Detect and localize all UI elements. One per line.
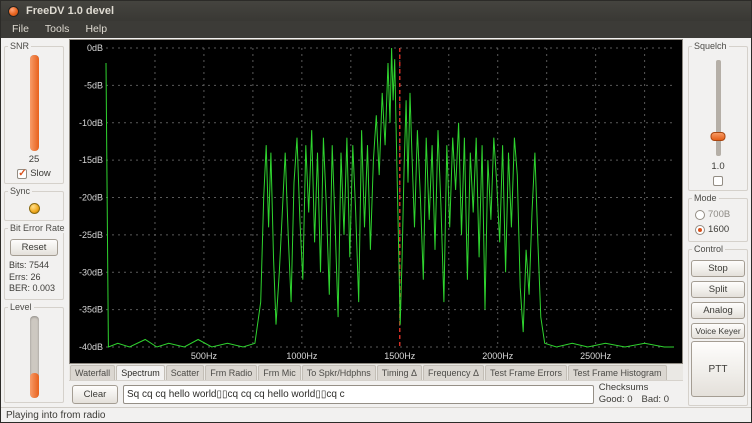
snr-label: SNR: [8, 41, 31, 51]
control-group: Control Stop Split Analog Voice Keyer PT…: [688, 249, 748, 406]
tab-scatter[interactable]: Scatter: [166, 365, 205, 380]
svg-text:2500Hz: 2500Hz: [580, 351, 612, 361]
squelch-group: Squelch 1.0: [688, 46, 748, 191]
svg-text:1000Hz: 1000Hz: [286, 351, 318, 361]
tab-waterfall[interactable]: Waterfall: [70, 365, 115, 380]
mode-option-1600[interactable]: 1600: [691, 224, 729, 235]
window-title: FreeDV 1.0 devel: [26, 5, 114, 17]
menu-tools[interactable]: Tools: [37, 21, 78, 38]
reset-button[interactable]: Reset: [10, 239, 58, 256]
snr-gauge: [30, 55, 39, 151]
svg-text:-20dB: -20dB: [79, 193, 103, 203]
slow-checkbox[interactable]: [17, 169, 27, 179]
svg-text:2000Hz: 2000Hz: [482, 351, 514, 361]
tab-spectrum[interactable]: Spectrum: [116, 365, 165, 380]
title-bar: FreeDV 1.0 devel: [1, 1, 751, 21]
sync-label: Sync: [8, 186, 32, 196]
sync-led-icon: [29, 203, 40, 214]
svg-text:1500Hz: 1500Hz: [384, 351, 416, 361]
svg-text:0dB: 0dB: [87, 43, 103, 53]
mode-option-700b[interactable]: 700B: [691, 209, 730, 220]
squelch-slider[interactable]: [716, 60, 721, 156]
slow-label: Slow: [30, 168, 51, 179]
svg-text:-35dB: -35dB: [79, 305, 103, 315]
squelch-value: 1.0: [711, 161, 724, 172]
svg-text:-10dB: -10dB: [79, 118, 103, 128]
checksums-bad: Bad: 0: [642, 394, 669, 405]
mode-1600-label: 1600: [708, 224, 729, 235]
clear-button[interactable]: Clear: [72, 385, 118, 404]
svg-text:-5dB: -5dB: [84, 80, 103, 90]
status-text: Playing into from radio: [6, 410, 106, 421]
mode-radio-700b[interactable]: [695, 210, 705, 220]
close-button[interactable]: [8, 6, 19, 17]
snr-group: SNR 25 Slow: [4, 46, 64, 184]
level-label: Level: [8, 302, 34, 312]
svg-text:-25dB: -25dB: [79, 230, 103, 240]
control-label: Control: [692, 244, 725, 254]
tab-to-spkr-hdphns[interactable]: To Spkr/Hdphns: [302, 365, 376, 380]
tab-frm-mic[interactable]: Frm Mic: [258, 365, 301, 380]
spectrum-plot: 0dB -5dB -10dB -15dB -20dB -25dB -30dB -35dB -40…: [69, 39, 683, 364]
tab-test-frame-histogram[interactable]: Test Frame Histogram: [568, 365, 667, 380]
analog-button[interactable]: Analog: [691, 302, 745, 319]
menu-file[interactable]: File: [4, 21, 37, 38]
app-window: FreeDV 1.0 devel File Tools Help SNR 25 …: [0, 0, 752, 423]
svg-text:-30dB: -30dB: [79, 267, 103, 277]
checksums-label: Checksums: [599, 382, 678, 394]
bit-error-rate-group: Bit Error Rate Reset Bits: 7544 Errs: 26…: [4, 228, 64, 300]
mode-group: Mode 700B 1600: [688, 198, 748, 242]
tab-frm-radio[interactable]: Frm Radio: [205, 365, 257, 380]
plot-tabs: Waterfall Spectrum Scatter Frm Radio Frm…: [69, 364, 683, 381]
level-group: Level: [4, 307, 64, 403]
bottom-row: Clear Checksums Good: 0 Bad: 0: [69, 381, 683, 407]
stop-button[interactable]: Stop: [691, 260, 745, 277]
main-content: SNR 25 Slow Sync Bit Error Rate Reset Bi…: [1, 38, 751, 407]
tab-test-frame-errors[interactable]: Test Frame Errors: [485, 365, 567, 380]
menu-bar: File Tools Help: [1, 21, 751, 38]
svg-text:-15dB: -15dB: [79, 155, 103, 165]
mode-radio-1600[interactable]: [695, 225, 705, 235]
ber-stat: BER: 0.003: [7, 283, 55, 295]
squelch-label: Squelch: [692, 41, 729, 51]
level-gauge: [30, 316, 39, 398]
sync-group: Sync: [4, 191, 64, 221]
menu-help[interactable]: Help: [77, 21, 115, 38]
errs-stat: Errs: 26: [7, 272, 41, 284]
center-area: 0dB -5dB -10dB -15dB -20dB -25dB -30dB -35dB -40…: [67, 38, 685, 407]
tab-timing-delta[interactable]: Timing Δ: [377, 365, 422, 380]
checksums-block: Checksums Good: 0 Bad: 0: [599, 382, 680, 406]
voice-keyer-button[interactable]: Voice Keyer: [691, 323, 745, 339]
svg-text:-40dB: -40dB: [79, 342, 103, 352]
svg-text:500Hz: 500Hz: [191, 351, 218, 361]
squelch-slider-handle[interactable]: [711, 132, 726, 141]
snr-value: 25: [29, 154, 40, 165]
checksums-good: Good: 0: [599, 394, 633, 405]
mode-700b-label: 700B: [708, 209, 730, 220]
ptt-button[interactable]: PTT: [691, 341, 745, 397]
status-bar: Playing into from radio: [1, 407, 751, 422]
tab-frequency-delta[interactable]: Frequency Δ: [423, 365, 484, 380]
ber-label: Bit Error Rate: [8, 223, 67, 233]
split-button[interactable]: Split: [691, 281, 745, 298]
right-panel: Squelch 1.0 Mode 700B 1600 Con: [685, 38, 751, 407]
tx-text-input[interactable]: [123, 385, 594, 404]
spectrum-chart: 0dB -5dB -10dB -15dB -20dB -25dB -30dB -35dB -40…: [70, 40, 682, 363]
left-panel: SNR 25 Slow Sync Bit Error Rate Reset Bi…: [1, 38, 67, 407]
bits-stat: Bits: 7544: [7, 260, 49, 272]
level-gauge-fill: [30, 373, 39, 398]
slow-check-row[interactable]: Slow: [17, 168, 51, 179]
snr-gauge-fill: [30, 55, 39, 151]
mode-label: Mode: [692, 193, 719, 203]
squelch-enable-checkbox[interactable]: [713, 176, 723, 186]
